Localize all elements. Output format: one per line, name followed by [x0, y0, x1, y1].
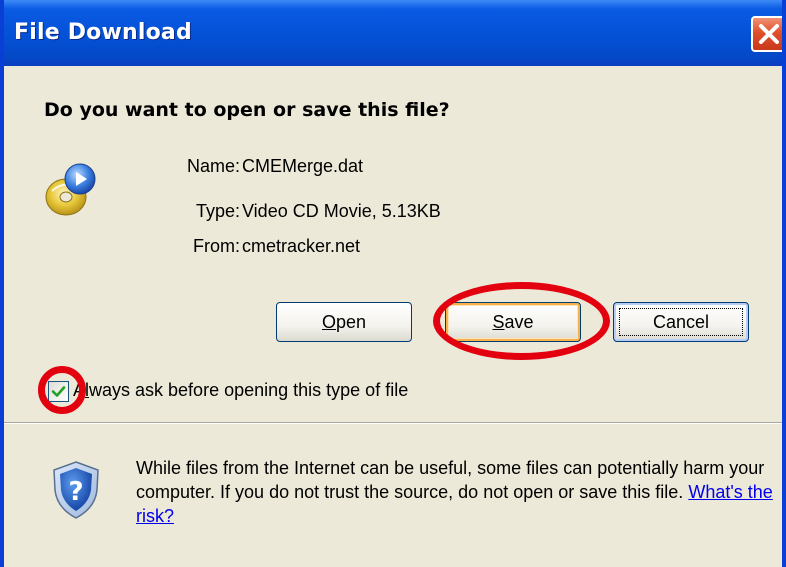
dialog-question: Do you want to open or save this file?: [44, 99, 450, 121]
security-warning: While files from the Internet can be use…: [136, 456, 776, 528]
always-ask-label[interactable]: Always ask before opening this type of f…: [73, 380, 408, 401]
dialog-body: Do you want to open or save this file? N…: [4, 66, 782, 567]
open-button[interactable]: Open: [276, 302, 412, 342]
security-warning-text: While files from the Internet can be use…: [136, 458, 765, 502]
save-button[interactable]: Save: [445, 302, 581, 342]
always-ask-label-text: ways ask before opening this type of fil…: [89, 380, 409, 400]
file-source-row: From: cmetracker.net: [124, 236, 724, 260]
open-button-label: pen: [335, 312, 367, 332]
file-name-row: Name: CMEMerge.dat: [124, 156, 724, 180]
file-type-label: Type:: [195, 201, 240, 221]
file-name-label: Name:: [186, 156, 240, 176]
cancel-button-label: Cancel: [652, 312, 710, 332]
cancel-button[interactable]: Cancel: [613, 302, 749, 342]
window-title: File Download: [14, 20, 192, 45]
close-button[interactable]: [751, 16, 782, 52]
file-source-value: cmetracker.net: [242, 236, 361, 256]
save-button-label: ave: [504, 312, 534, 332]
separator: [4, 422, 782, 424]
svg-text:?: ?: [68, 477, 83, 507]
always-ask-label-prefix: A: [73, 380, 86, 400]
save-button-mnemonic: S: [492, 312, 505, 332]
video-cd-icon: [42, 161, 100, 224]
title-bar[interactable]: File Download: [4, 0, 782, 66]
file-name-value: CMEMerge.dat: [242, 156, 364, 176]
open-button-mnemonic: O: [321, 312, 336, 332]
file-type-value: Video CD Movie, 5.13KB: [242, 201, 441, 221]
file-source-label: From:: [193, 236, 240, 256]
file-download-dialog: File Download Do you want to open or sav…: [0, 0, 786, 567]
file-type-row: Type: Video CD Movie, 5.13KB: [124, 201, 724, 225]
always-ask-checkbox[interactable]: [48, 381, 69, 402]
security-shield-icon: ?: [50, 460, 102, 525]
